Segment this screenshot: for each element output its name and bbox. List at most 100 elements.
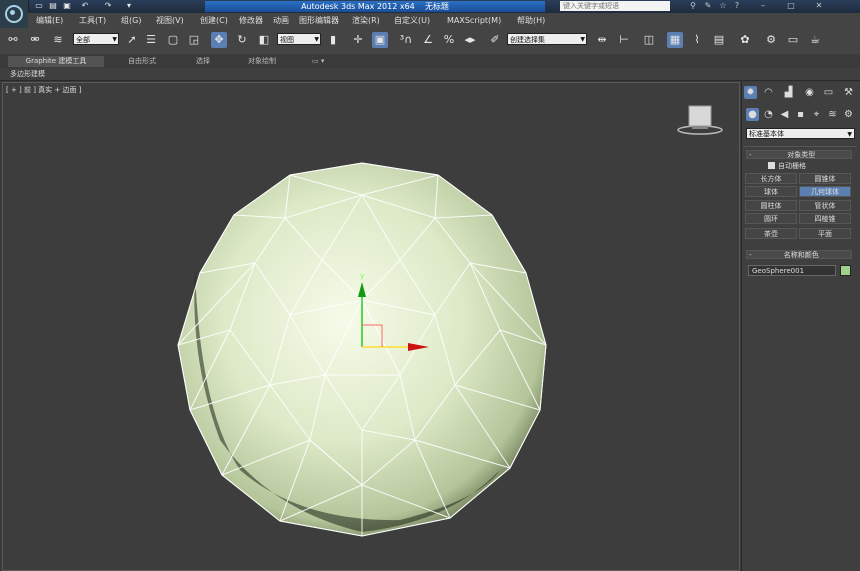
curve-editor-icon[interactable]: ⌇ — [689, 32, 705, 48]
box-button[interactable]: 长方体 — [745, 173, 797, 184]
helpers-icon[interactable]: ⌖ — [810, 108, 823, 121]
selection-filter-dropdown[interactable]: 全部 ▼ — [73, 33, 119, 45]
ribbon-options-icon[interactable]: ▭ ▾ — [312, 56, 324, 67]
autogrid-checkbox[interactable]: 自动栅格 — [768, 161, 806, 171]
select-by-name-icon[interactable]: ☰ — [143, 32, 159, 48]
redo-icon[interactable]: ↷ — [103, 1, 113, 10]
create-icon[interactable]: ✹ — [744, 86, 757, 99]
rendered-frame-icon[interactable]: ▭ — [785, 32, 801, 48]
tab-freeform[interactable]: 自由形式 — [128, 56, 156, 67]
panel-divider — [743, 146, 857, 147]
tab-graphite-modeling[interactable]: Graphite 建模工具 — [8, 56, 104, 67]
torus-button[interactable]: 圆环 — [745, 213, 797, 224]
window-crossing-icon[interactable]: ◲ — [186, 32, 202, 48]
menu-animation[interactable]: 动画 — [273, 15, 289, 26]
app-logo-button[interactable] — [0, 0, 29, 28]
pivot-center-icon[interactable]: ▮ — [325, 32, 341, 48]
menu-rendering[interactable]: 渲染(R) — [352, 15, 380, 26]
tab-object-paint[interactable]: 对象绘制 — [248, 56, 276, 67]
rect-selection-icon[interactable]: ▢ — [165, 32, 181, 48]
teapot-button[interactable]: 茶壶 — [745, 228, 797, 239]
link-icon[interactable]: ⚯ — [5, 32, 21, 48]
maximize-icon[interactable]: □ — [786, 1, 796, 11]
manipulate-icon[interactable]: ✛ — [350, 32, 366, 48]
render-setup-icon[interactable]: ⚙ — [763, 32, 779, 48]
align-icon[interactable]: ⊢ — [616, 32, 632, 48]
menu-help[interactable]: 帮助(H) — [517, 15, 545, 26]
menu-create[interactable]: 创建(C) — [200, 15, 228, 26]
binoculars-icon[interactable]: ⚲ — [688, 1, 698, 11]
viewport-label[interactable]: [ + ] 前 ] 真实 + 边面 ] — [6, 85, 81, 95]
spinner-snap-icon[interactable]: ◂▸ — [462, 32, 478, 48]
undo-icon[interactable]: ↶ — [80, 1, 90, 10]
menu-maxscript[interactable]: MAXScript(M) — [447, 15, 501, 26]
edit-named-selection-icon[interactable]: ✐ — [487, 32, 503, 48]
tools-icon[interactable]: ✎ — [703, 1, 713, 11]
select-rotate-icon[interactable]: ↻ — [234, 32, 250, 48]
plane-button[interactable]: 平面 — [799, 228, 851, 239]
keyboard-shortcut-icon[interactable]: ▣ — [372, 32, 388, 48]
quick-access-dropdown-icon[interactable]: ▾ — [124, 1, 134, 10]
chevron-down-icon: ▼ — [314, 36, 319, 43]
spacewarps-icon[interactable]: ≋ — [826, 108, 839, 121]
cone-button[interactable]: 圆锥体 — [799, 173, 851, 184]
unlink-icon[interactable]: ⚮ — [27, 32, 43, 48]
percent-snap-icon[interactable]: % — [441, 32, 457, 48]
geosphere-button[interactable]: 几何球体 — [799, 186, 851, 197]
sphere-button[interactable]: 球体 — [745, 186, 797, 197]
menu-graph-editors[interactable]: 图形编辑器 — [299, 15, 339, 26]
display-icon[interactable]: ▭ — [822, 86, 835, 99]
help-icon[interactable]: ? — [732, 1, 742, 11]
app-logo-dot — [10, 10, 15, 15]
shapes-icon[interactable]: ◔ — [762, 108, 775, 121]
save-icon[interactable]: ▣ — [62, 1, 72, 10]
object-name-field[interactable]: GeoSphere001 — [748, 265, 836, 276]
close-icon[interactable]: ✕ — [814, 1, 824, 11]
open-icon[interactable]: ▤ — [48, 1, 58, 10]
tube-button[interactable]: 管状体 — [799, 200, 851, 211]
object-color-swatch[interactable] — [840, 265, 851, 276]
reference-coord-dropdown[interactable]: 视图 ▼ — [277, 33, 321, 45]
menu-modifiers[interactable]: 修改器 — [239, 15, 263, 26]
graphite-toggle-icon[interactable]: ▦ — [667, 32, 683, 48]
pyramid-button[interactable]: 四棱锥 — [799, 213, 851, 224]
hierarchy-icon[interactable]: ▟ — [782, 86, 795, 99]
render-icon[interactable]: ☕ — [807, 32, 823, 48]
layers-icon[interactable]: ◫ — [641, 32, 657, 48]
material-editor-icon[interactable]: ✿ — [737, 32, 753, 48]
snap-3d-icon[interactable]: ³∩ — [398, 32, 414, 48]
menu-customize[interactable]: 自定义(U) — [394, 15, 430, 26]
select-scale-icon[interactable]: ◧ — [256, 32, 272, 48]
name-color-rollout-header[interactable]: - 名称和颜色 — [746, 250, 852, 259]
angle-snap-icon[interactable]: ∠ — [420, 32, 436, 48]
systems-icon[interactable]: ⚙ — [842, 108, 855, 121]
polygon-modeling-label[interactable]: 多边形建模 — [10, 69, 45, 79]
select-icon[interactable]: ➚ — [124, 32, 140, 48]
menu-tools[interactable]: 工具(T) — [79, 15, 106, 26]
new-file-icon[interactable]: ▭ — [34, 1, 44, 10]
menu-edit[interactable]: 编辑(E) — [36, 15, 63, 26]
named-selection-dropdown[interactable]: 创建选择集 ▼ — [507, 33, 587, 45]
cameras-icon[interactable]: ▪ — [794, 108, 807, 121]
star-icon[interactable]: ☆ — [718, 1, 728, 11]
search-input[interactable]: 键入关键字或短语 — [560, 1, 670, 11]
motion-icon[interactable]: ◉ — [803, 86, 816, 99]
minimize-icon[interactable]: – — [758, 1, 768, 11]
utilities-icon[interactable]: ⚒ — [842, 86, 855, 99]
category-dropdown[interactable]: 标准基本体 ▼ — [746, 128, 855, 139]
viewcube-icon[interactable] — [676, 104, 724, 136]
cylinder-button[interactable]: 圆柱体 — [745, 200, 797, 211]
tab-selection[interactable]: 选择 — [196, 56, 210, 67]
selection-filter-value: 全部 — [76, 36, 90, 44]
object-type-rollout-header[interactable]: - 对象类型 — [746, 150, 852, 159]
geosphere-object[interactable]: y — [150, 150, 570, 550]
schematic-view-icon[interactable]: ▤ — [711, 32, 727, 48]
select-move-icon[interactable]: ✥ — [211, 32, 227, 48]
modify-icon[interactable]: ◠ — [762, 86, 775, 99]
geometry-icon[interactable]: ● — [746, 108, 759, 121]
mirror-icon[interactable]: ⇹ — [594, 32, 610, 48]
bind-spacewarp-icon[interactable]: ≋ — [50, 32, 66, 48]
lights-icon[interactable]: ◀ — [778, 108, 791, 121]
menu-views[interactable]: 视图(V) — [156, 15, 184, 26]
menu-group[interactable]: 组(G) — [121, 15, 141, 26]
